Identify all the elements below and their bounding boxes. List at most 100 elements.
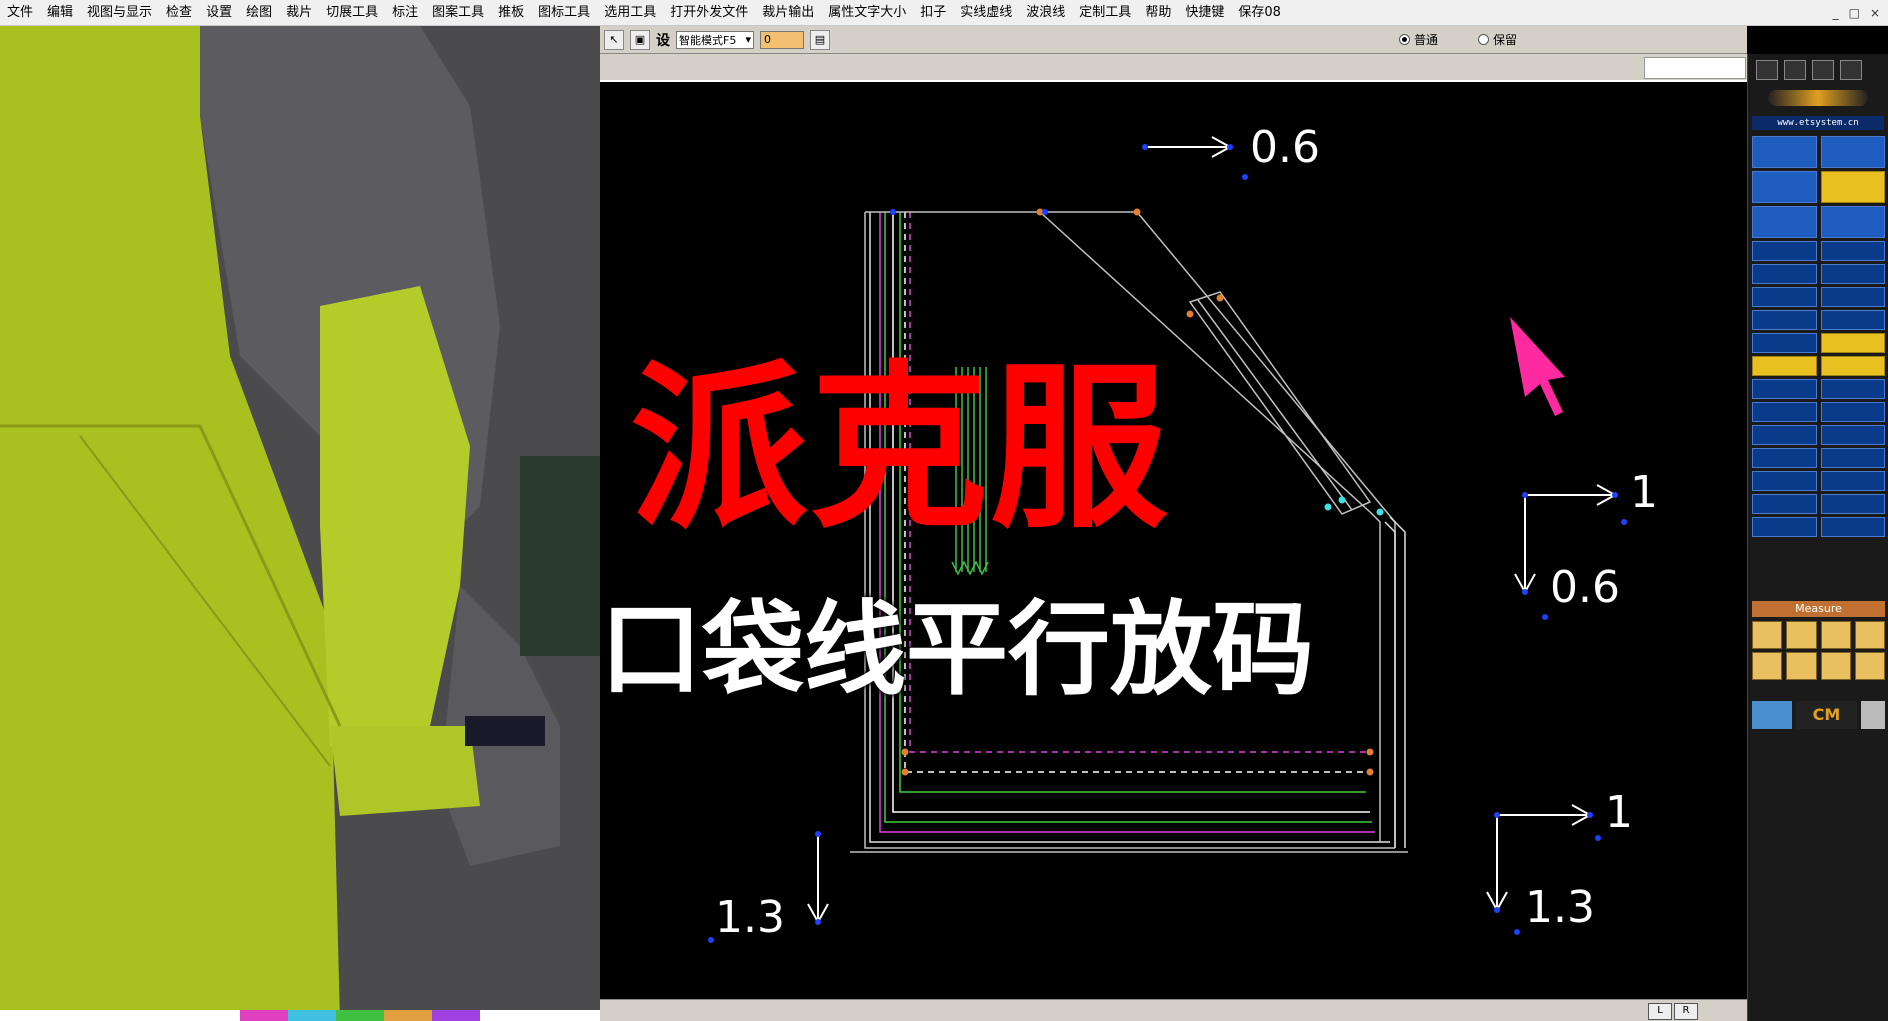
tool-button[interactable]: [1752, 448, 1817, 468]
menu-item[interactable]: 实线虚线: [953, 0, 1019, 26]
measure-tool-button[interactable]: [1854, 652, 1885, 680]
tool-button[interactable]: [1752, 517, 1817, 537]
menu-item[interactable]: 扣子: [913, 0, 953, 26]
menu-item[interactable]: 裁片: [279, 0, 319, 26]
menu-item[interactable]: 波浪线: [1019, 0, 1072, 26]
menu-item[interactable]: 裁片输出: [755, 0, 821, 26]
menu-item[interactable]: 定制工具: [1072, 0, 1138, 26]
tool-button[interactable]: [1820, 264, 1885, 284]
mode-value-input[interactable]: 0: [760, 30, 804, 49]
radio-normal-label: 普通: [1413, 33, 1438, 47]
window-controls: _ □ ×: [1833, 6, 1888, 20]
measure-tool-button[interactable]: [1854, 621, 1885, 649]
unit-toggle-button[interactable]: [1752, 701, 1792, 729]
video-title: 派克服: [630, 345, 1170, 552]
close-icon[interactable]: ×: [1870, 6, 1880, 20]
cad-toolbar: ↖ ▣ 设 智能模式F5 ▾ 0 ▤ 普通 保留: [600, 26, 1747, 54]
menu-item[interactable]: 推板: [491, 0, 531, 26]
arrow-tool-icon[interactable]: ↖: [604, 29, 624, 50]
dim-label-left: 1.3: [715, 892, 785, 943]
tool-button[interactable]: [1752, 379, 1817, 399]
mode-select[interactable]: 智能模式F5 ▾: [676, 30, 754, 49]
scroll-right-button[interactable]: R: [1674, 1003, 1698, 1020]
menu-item[interactable]: 选用工具: [597, 0, 663, 26]
calculator-icon[interactable]: [1861, 701, 1885, 729]
menu-item[interactable]: 快捷键: [1178, 0, 1231, 26]
menu-item[interactable]: 绘图: [239, 0, 279, 26]
scroll-left-button[interactable]: L: [1648, 1003, 1672, 1020]
measure-tool-button[interactable]: [1786, 621, 1817, 649]
tool-button[interactable]: [1820, 333, 1885, 353]
panel-tool-icon[interactable]: [1756, 60, 1778, 80]
panel-tool-icon[interactable]: [1784, 60, 1806, 80]
measure-tool-button[interactable]: [1752, 621, 1783, 649]
set-button[interactable]: 设: [656, 30, 670, 50]
menu-item[interactable]: 保存08: [1231, 0, 1288, 26]
tool-button[interactable]: [1752, 471, 1817, 491]
radio-keep[interactable]: 保留: [1477, 31, 1517, 48]
tool-button[interactable]: [1752, 171, 1817, 203]
menu-bar: 文件 编辑 视图与显示 检查 设置 绘图 裁片 切展工具 标注 图案工具 推板 图标工具 选用工具 打开外…: [0, 0, 1888, 26]
menu-item[interactable]: 切展工具: [319, 0, 385, 26]
tool-button[interactable]: [1752, 425, 1817, 445]
menu-item[interactable]: 编辑: [40, 0, 80, 26]
menu-item[interactable]: 设置: [199, 0, 239, 26]
tool-button[interactable]: [1820, 287, 1885, 307]
tool-button[interactable]: [1820, 310, 1885, 330]
panel-tool-icon[interactable]: [1812, 60, 1834, 80]
measure-tool-button[interactable]: [1820, 652, 1851, 680]
tool-button[interactable]: [1820, 241, 1885, 261]
unit-label[interactable]: CM: [1796, 701, 1857, 729]
info-field[interactable]: [1644, 57, 1746, 79]
menu-item[interactable]: 标注: [385, 0, 425, 26]
dim-label-bottom-2: 1.3: [1525, 882, 1595, 933]
tool-button[interactable]: [1820, 206, 1885, 238]
tool-button[interactable]: [1820, 136, 1885, 168]
menu-item[interactable]: 属性文字大小: [821, 0, 913, 26]
tool-button[interactable]: [1820, 402, 1885, 422]
tool-button[interactable]: [1820, 356, 1885, 376]
tool-button[interactable]: [1752, 356, 1817, 376]
horizontal-scrollbar[interactable]: [600, 999, 1747, 1021]
menu-item[interactable]: 帮助: [1138, 0, 1178, 26]
toggle-tool-icon[interactable]: ▤: [810, 29, 830, 50]
cad-secondary-bar: [600, 54, 1747, 82]
measure-tool-button[interactable]: [1752, 652, 1783, 680]
menu-item[interactable]: 图案工具: [425, 0, 491, 26]
menu-item[interactable]: 检查: [159, 0, 199, 26]
tool-button[interactable]: [1820, 171, 1885, 203]
tool-button[interactable]: [1752, 241, 1817, 261]
radio-dot-icon: [1398, 34, 1410, 45]
measure-tool-button[interactable]: [1786, 652, 1817, 680]
tool-button[interactable]: [1752, 310, 1817, 330]
measure-tool-button[interactable]: [1820, 621, 1851, 649]
minimize-icon[interactable]: _: [1833, 6, 1839, 20]
panel-tool-icon[interactable]: [1840, 60, 1862, 80]
tool-button[interactable]: [1752, 206, 1817, 238]
menu-item[interactable]: 打开外发文件: [663, 0, 755, 26]
tool-button[interactable]: [1752, 333, 1817, 353]
tool-button[interactable]: [1752, 287, 1817, 307]
tool-button[interactable]: [1820, 517, 1885, 537]
menu-item[interactable]: 视图与显示: [80, 0, 159, 26]
maximize-icon[interactable]: □: [1849, 6, 1860, 20]
radio-normal[interactable]: 普通: [1398, 31, 1438, 48]
tool-button[interactable]: [1752, 264, 1817, 284]
image-tool-icon[interactable]: ▣: [630, 29, 650, 50]
menu-item[interactable]: 文件: [0, 0, 40, 26]
tool-button[interactable]: [1752, 136, 1817, 168]
dim-label-bottom-1: 1: [1605, 787, 1633, 838]
mode-select-value: 智能模式F5: [679, 33, 737, 47]
tool-button[interactable]: [1820, 448, 1885, 468]
tool-button[interactable]: [1752, 402, 1817, 422]
radio-keep-label: 保留: [1492, 33, 1517, 47]
tool-button[interactable]: [1820, 425, 1885, 445]
menu-item[interactable]: 图标工具: [531, 0, 597, 26]
jacket-photo: [0, 26, 600, 1021]
website-url: www.etsystem.cn: [1752, 116, 1884, 130]
tool-button[interactable]: [1820, 471, 1885, 491]
tool-button[interactable]: [1820, 379, 1885, 399]
tool-button[interactable]: [1752, 494, 1817, 514]
color-swatches: [0, 1010, 600, 1021]
tool-button[interactable]: [1820, 494, 1885, 514]
